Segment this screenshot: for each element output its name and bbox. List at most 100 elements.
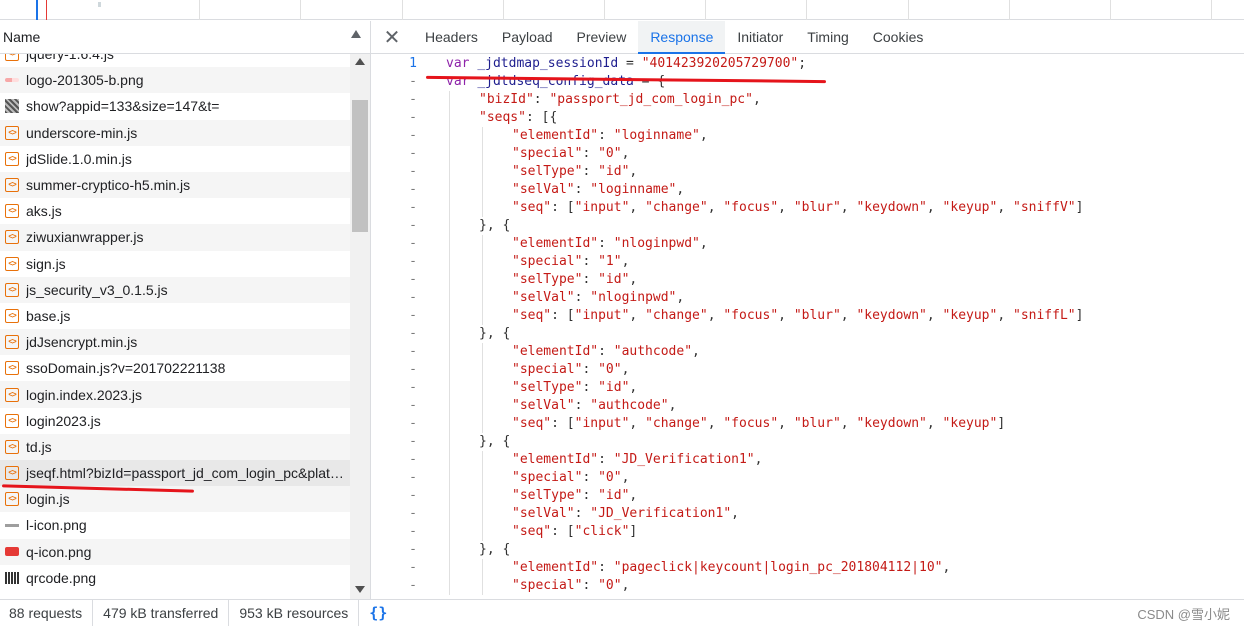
indent-guide [482, 559, 483, 577]
js-file-icon: <> [5, 492, 19, 507]
code-token: ; [798, 56, 807, 71]
line-number[interactable]: - [371, 199, 417, 217]
code-token: "selVal" [512, 398, 575, 413]
request-row[interactable]: <> jseqf.html?bizId=passport_jd_com_login… [0, 460, 350, 487]
line-number[interactable]: - [371, 397, 417, 415]
request-row[interactable]: <> ziwuxianwrapper.js [0, 224, 350, 251]
line-number[interactable]: - [371, 73, 417, 91]
scrollbar-thumb[interactable] [352, 100, 368, 232]
line-number[interactable]: - [371, 217, 417, 235]
tab-headers[interactable]: Headers [413, 21, 490, 53]
pretty-print-button[interactable]: {} [359, 604, 397, 622]
indent-guide [482, 271, 483, 289]
response-source-view[interactable]: 1 var _jdtdmap_sessionId = "4014239202057… [371, 55, 1244, 599]
tab-timing[interactable]: Timing [795, 21, 861, 53]
line-number[interactable]: - [371, 577, 417, 595]
request-row[interactable]: <> jquery-1.6.4.js [0, 54, 350, 67]
name-column-header[interactable]: Name [0, 21, 370, 54]
request-row[interactable]: qrcode.png [0, 565, 350, 591]
request-row[interactable]: <> underscore-min.js [0, 119, 350, 146]
line-number[interactable]: - [371, 109, 417, 127]
line-number[interactable]: - [371, 379, 417, 397]
code-token: ] [997, 416, 1006, 431]
request-row[interactable]: l-icon.png [0, 512, 350, 538]
request-row[interactable]: logo-201305-b.png [0, 67, 350, 94]
line-number[interactable]: - [371, 325, 417, 343]
request-list-scrollbar[interactable] [350, 54, 370, 599]
request-row[interactable]: <> td.js [0, 433, 350, 460]
js-file-icon: <> [5, 387, 19, 402]
line-number[interactable]: - [371, 235, 417, 253]
close-detail-icon[interactable]: ✕ [379, 21, 405, 53]
line-number[interactable]: - [371, 523, 417, 541]
request-row[interactable]: <> jdJsencrypt.min.js [0, 329, 350, 356]
code-token: : [598, 128, 614, 143]
code-token: : [582, 470, 599, 485]
line-number[interactable]: - [371, 307, 417, 325]
tab-initiator[interactable]: Initiator [725, 21, 795, 53]
code-token: , [707, 200, 724, 215]
scroll-down-arrow-icon[interactable] [355, 586, 365, 593]
request-row[interactable]: <> login.index.2023.js [0, 381, 350, 408]
request-row[interactable]: q-icon.png [0, 538, 350, 565]
request-row[interactable]: <> login2023.js [0, 408, 350, 434]
request-row[interactable]: <> sign.js [0, 251, 350, 277]
line-number[interactable]: - [371, 127, 417, 145]
tab-preview[interactable]: Preview [565, 21, 639, 53]
code-token: : [582, 380, 599, 395]
line-number[interactable]: - [371, 541, 417, 559]
scroll-up-arrow-icon[interactable] [355, 58, 365, 65]
network-timeline-overview[interactable] [0, 0, 1244, 20]
code-token: ] [1075, 200, 1084, 215]
code-token: : [582, 578, 599, 593]
code-text: "elementId": "JD_Verification1", [417, 451, 762, 469]
line-number[interactable]: - [371, 289, 417, 307]
request-row[interactable]: <> jdSlide.1.0.min.js [0, 146, 350, 172]
line-number[interactable]: 1 [371, 55, 417, 73]
line-number[interactable]: - [371, 487, 417, 505]
code-line: - "elementId": "authcode", [371, 343, 1244, 361]
line-number[interactable]: - [371, 451, 417, 469]
timeline-gridline [503, 0, 504, 20]
line-number[interactable]: - [371, 505, 417, 523]
line-number[interactable]: - [371, 91, 417, 109]
code-token: "loginname" [590, 182, 677, 197]
tab-payload[interactable]: Payload [490, 21, 565, 53]
line-number[interactable]: - [371, 559, 417, 577]
tab-response[interactable]: Response [638, 21, 726, 54]
request-row[interactable]: <> ssoDomain.js?v=201702221138 [0, 355, 350, 381]
request-row[interactable]: <> base.js [0, 303, 350, 329]
code-text: "selVal": "JD_Verification1", [417, 505, 739, 523]
line-number[interactable]: - [371, 361, 417, 379]
code-token: "focus" [723, 416, 779, 431]
tab-cookies[interactable]: Cookies [861, 21, 936, 53]
js-file-icon: <> [5, 256, 19, 271]
request-row[interactable]: show?appid=133&size=147&t= [0, 93, 350, 119]
line-number[interactable]: - [371, 415, 417, 433]
code-token: "keyup" [942, 200, 998, 215]
code-token: "id" [598, 488, 630, 503]
request-row[interactable]: <> aks.js [0, 198, 350, 224]
line-number[interactable]: - [371, 433, 417, 451]
request-row[interactable]: <> js_security_v3_0.1.5.js [0, 276, 350, 303]
js-file-icon: <> [5, 178, 19, 193]
request-row[interactable]: <> summer-cryptico-h5.min.js [0, 171, 350, 199]
code-token: , [629, 200, 646, 215]
line-number[interactable]: - [371, 253, 417, 271]
indent-guide [449, 379, 450, 397]
line-number[interactable]: - [371, 271, 417, 289]
request-name: jseqf.html?bizId=passport_jd_com_login_p… [26, 465, 346, 482]
code-token: , [621, 146, 630, 161]
code-token: "id" [598, 164, 630, 179]
code-line: - "seqs": [{ [371, 109, 1244, 127]
sort-ascending-icon[interactable] [351, 30, 361, 38]
indent-guide [482, 127, 483, 145]
line-number[interactable]: - [371, 181, 417, 199]
line-number[interactable]: - [371, 343, 417, 361]
line-number[interactable]: - [371, 163, 417, 181]
code-line: - "selVal": "nloginpwd", [371, 289, 1244, 307]
code-line: - "selType": "id", [371, 379, 1244, 397]
line-number[interactable]: - [371, 145, 417, 163]
line-number[interactable]: - [371, 469, 417, 487]
code-token: : [582, 488, 599, 503]
